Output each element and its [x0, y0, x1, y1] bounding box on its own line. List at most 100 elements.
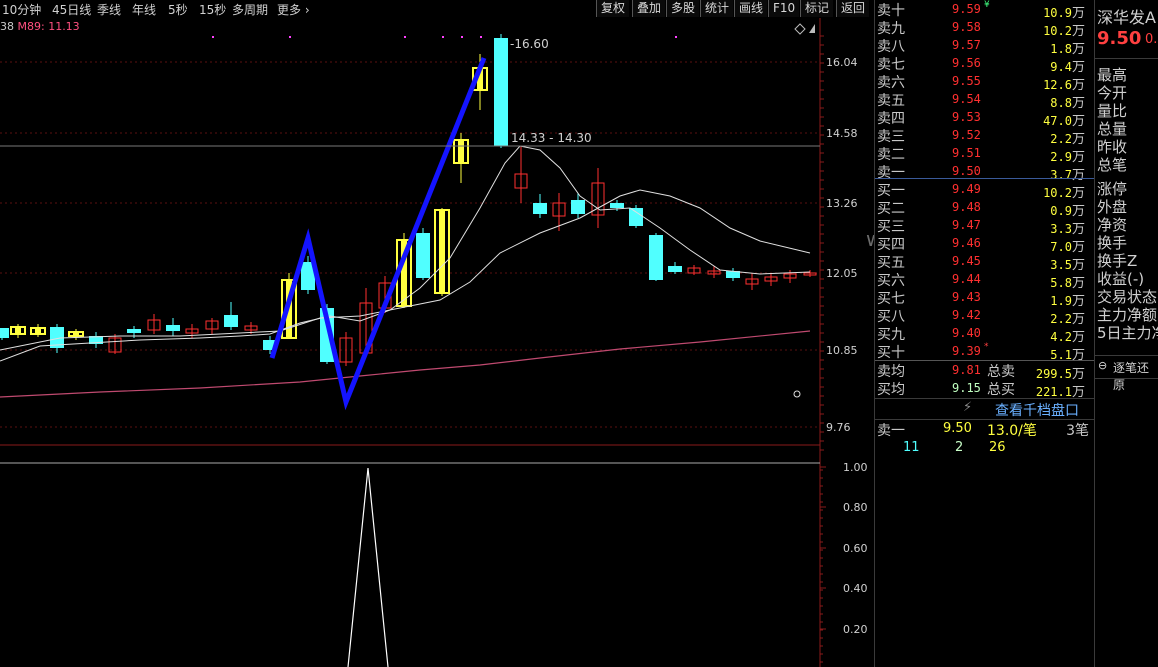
bid-row[interactable]: 买三 9.47 3.3万: [877, 216, 1091, 237]
ask-row[interactable]: 卖七 9.56 9.4万: [877, 54, 1091, 75]
avg_sell-row: 卖均 9.81 总卖 299.5万: [877, 361, 1091, 382]
ask-price: 9.50: [952, 164, 981, 178]
tick-replay-button[interactable]: ⊖ 逐笔还原: [1095, 355, 1158, 392]
candle-body: [629, 208, 643, 226]
info-separator: [1095, 58, 1158, 59]
bid-label: 买六: [877, 273, 905, 289]
ask-row[interactable]: 卖十 9.59 ¥10.9万: [877, 0, 1091, 21]
candles: [0, 34, 817, 366]
order-book: 卖十 9.59 ¥10.9万 卖九 9.58 10.2万 卖八 9.57 1.8万 卖七 9.56 9…: [874, 0, 1095, 667]
stats-button[interactable]: 统计: [700, 0, 734, 17]
bid-price: 9.47: [952, 218, 981, 232]
bid-price: 9.43: [952, 290, 981, 304]
ask-label: 卖八: [877, 39, 905, 55]
candle-body: [533, 203, 547, 214]
bid-row[interactable]: 买一 9.49 10.2万: [877, 180, 1091, 201]
signal-dot: [289, 36, 291, 38]
trend-zigzag: [269, 57, 487, 411]
ask-price: 9.51: [952, 146, 981, 160]
price-tick: 12.05: [826, 267, 858, 280]
ask-label: 卖十: [877, 3, 905, 19]
back-button[interactable]: 返回: [836, 0, 870, 17]
bid-mark: *: [984, 342, 989, 352]
bid-price: 9.45: [952, 254, 981, 268]
bid-row[interactable]: 买六 9.44 5.8万: [877, 270, 1091, 291]
ask-row[interactable]: 卖四 9.53 47.0万: [877, 108, 1091, 129]
candle-fill: [439, 210, 445, 293]
more-label: 更多: [277, 3, 302, 17]
bid-price: 9.48: [952, 200, 981, 214]
draw-line-button[interactable]: 画线: [734, 0, 768, 17]
bid-row[interactable]: 买十 9.39 * 5.1万: [877, 342, 1091, 363]
indicator-spike: [347, 467, 389, 667]
ask-label: 卖一: [877, 165, 905, 181]
bid-row[interactable]: 买九 9.40 4.2万: [877, 324, 1091, 345]
bid-row[interactable]: 买七 9.43 1.9万: [877, 288, 1091, 309]
diamond-icon[interactable]: [794, 23, 806, 35]
toolbar: 10分钟 45日线 季线 年线 5秒 15秒 多周期 更多 › 复权 叠加 多股…: [0, 0, 874, 18]
bid-row[interactable]: 买二 9.48 0.9万: [877, 198, 1091, 219]
candle-fill: [458, 140, 464, 163]
period-5s[interactable]: 5秒: [168, 1, 188, 18]
circle-icon: [793, 390, 801, 398]
period-15s[interactable]: 15秒: [199, 1, 226, 18]
bid-label: 买一: [877, 183, 905, 199]
bid-price: 9.49: [952, 182, 981, 196]
ask-row[interactable]: 卖五 9.54 8.8万: [877, 90, 1091, 111]
f10-button[interactable]: F10: [768, 0, 800, 17]
candle-body: [668, 266, 682, 272]
triangle-icon[interactable]: [809, 24, 815, 33]
bid-price: 9.40: [952, 326, 981, 340]
signal-dot: [212, 36, 214, 38]
avg_buy-row: 买均 9.15 总买 221.1万: [877, 379, 1091, 400]
signal-dot: [442, 36, 444, 38]
adjust-button[interactable]: 复权: [596, 0, 630, 17]
more-menu[interactable]: 更多 ›: [277, 1, 310, 18]
period-year[interactable]: 年线: [132, 1, 156, 18]
ask-label: 卖七: [877, 57, 905, 73]
kline-chart[interactable]: 16.04 14.58 13.26 12.05 10.85 9.76 1.00 0.80 0.…: [0, 18, 874, 667]
candle-body: [166, 325, 180, 331]
ask-row[interactable]: 卖六 9.55 12.6万: [877, 72, 1091, 93]
bid-row[interactable]: 买四 9.46 7.0万: [877, 234, 1091, 255]
range-annotation: 14.33 - 14.30: [511, 131, 592, 145]
ask-row[interactable]: 卖九 9.58 10.2万: [877, 18, 1091, 39]
ask-price: 9.52: [952, 128, 981, 142]
view-depth-button[interactable]: ⚡ 查看千档盘口: [875, 398, 1095, 420]
period-10min[interactable]: 10分钟: [2, 1, 41, 18]
ask-row[interactable]: 卖八 9.57 1.8万: [877, 36, 1091, 57]
ask-row[interactable]: 卖二 9.51 2.9万: [877, 144, 1091, 165]
price-axis: 16.04 14.58 13.26 12.05 10.85 9.76: [0, 18, 858, 667]
bid-price: 9.42: [952, 308, 981, 322]
period-season[interactable]: 季线: [97, 1, 121, 18]
bid-label: 买三: [877, 219, 905, 235]
bid-row[interactable]: 买五 9.45 3.5万: [877, 252, 1091, 273]
trade-qty: 13.0/笔: [987, 423, 1037, 439]
high-annotation: -16.60: [510, 37, 549, 51]
mark-button[interactable]: 标记: [800, 0, 834, 17]
bid-price: 9.44: [952, 272, 981, 286]
ask-label: 卖三: [877, 129, 905, 145]
ask-price: 9.57: [952, 38, 981, 52]
bid-label: 买四: [877, 237, 905, 253]
trade-num: 2: [955, 440, 964, 455]
avg_sell-price: 9.81: [952, 363, 981, 377]
period-multi[interactable]: 多周期: [232, 1, 268, 18]
ask-row[interactable]: 卖三 9.52 2.2万: [877, 126, 1091, 147]
bid-row[interactable]: 买八 9.42 2.2万: [877, 306, 1091, 327]
bid-label: 买十: [877, 345, 905, 361]
avg_buy-price: 9.15: [952, 381, 981, 395]
period-45day[interactable]: 45日线: [52, 1, 91, 18]
ask-price: 9.55: [952, 74, 981, 88]
candle-body: [224, 315, 238, 327]
multi-stock-button[interactable]: 多股: [666, 0, 700, 17]
overlay-button[interactable]: 叠加: [632, 0, 666, 17]
avg_buy-total-label: 总买: [987, 382, 1015, 398]
candle-body: [610, 203, 624, 208]
candle-fill: [15, 327, 21, 334]
candle-body: [571, 200, 585, 214]
avg_sell-label: 卖均: [877, 364, 905, 380]
bid-label: 买八: [877, 309, 905, 325]
candle-body: [494, 38, 508, 146]
trade-nums-row: 11 2 26: [877, 440, 1091, 458]
